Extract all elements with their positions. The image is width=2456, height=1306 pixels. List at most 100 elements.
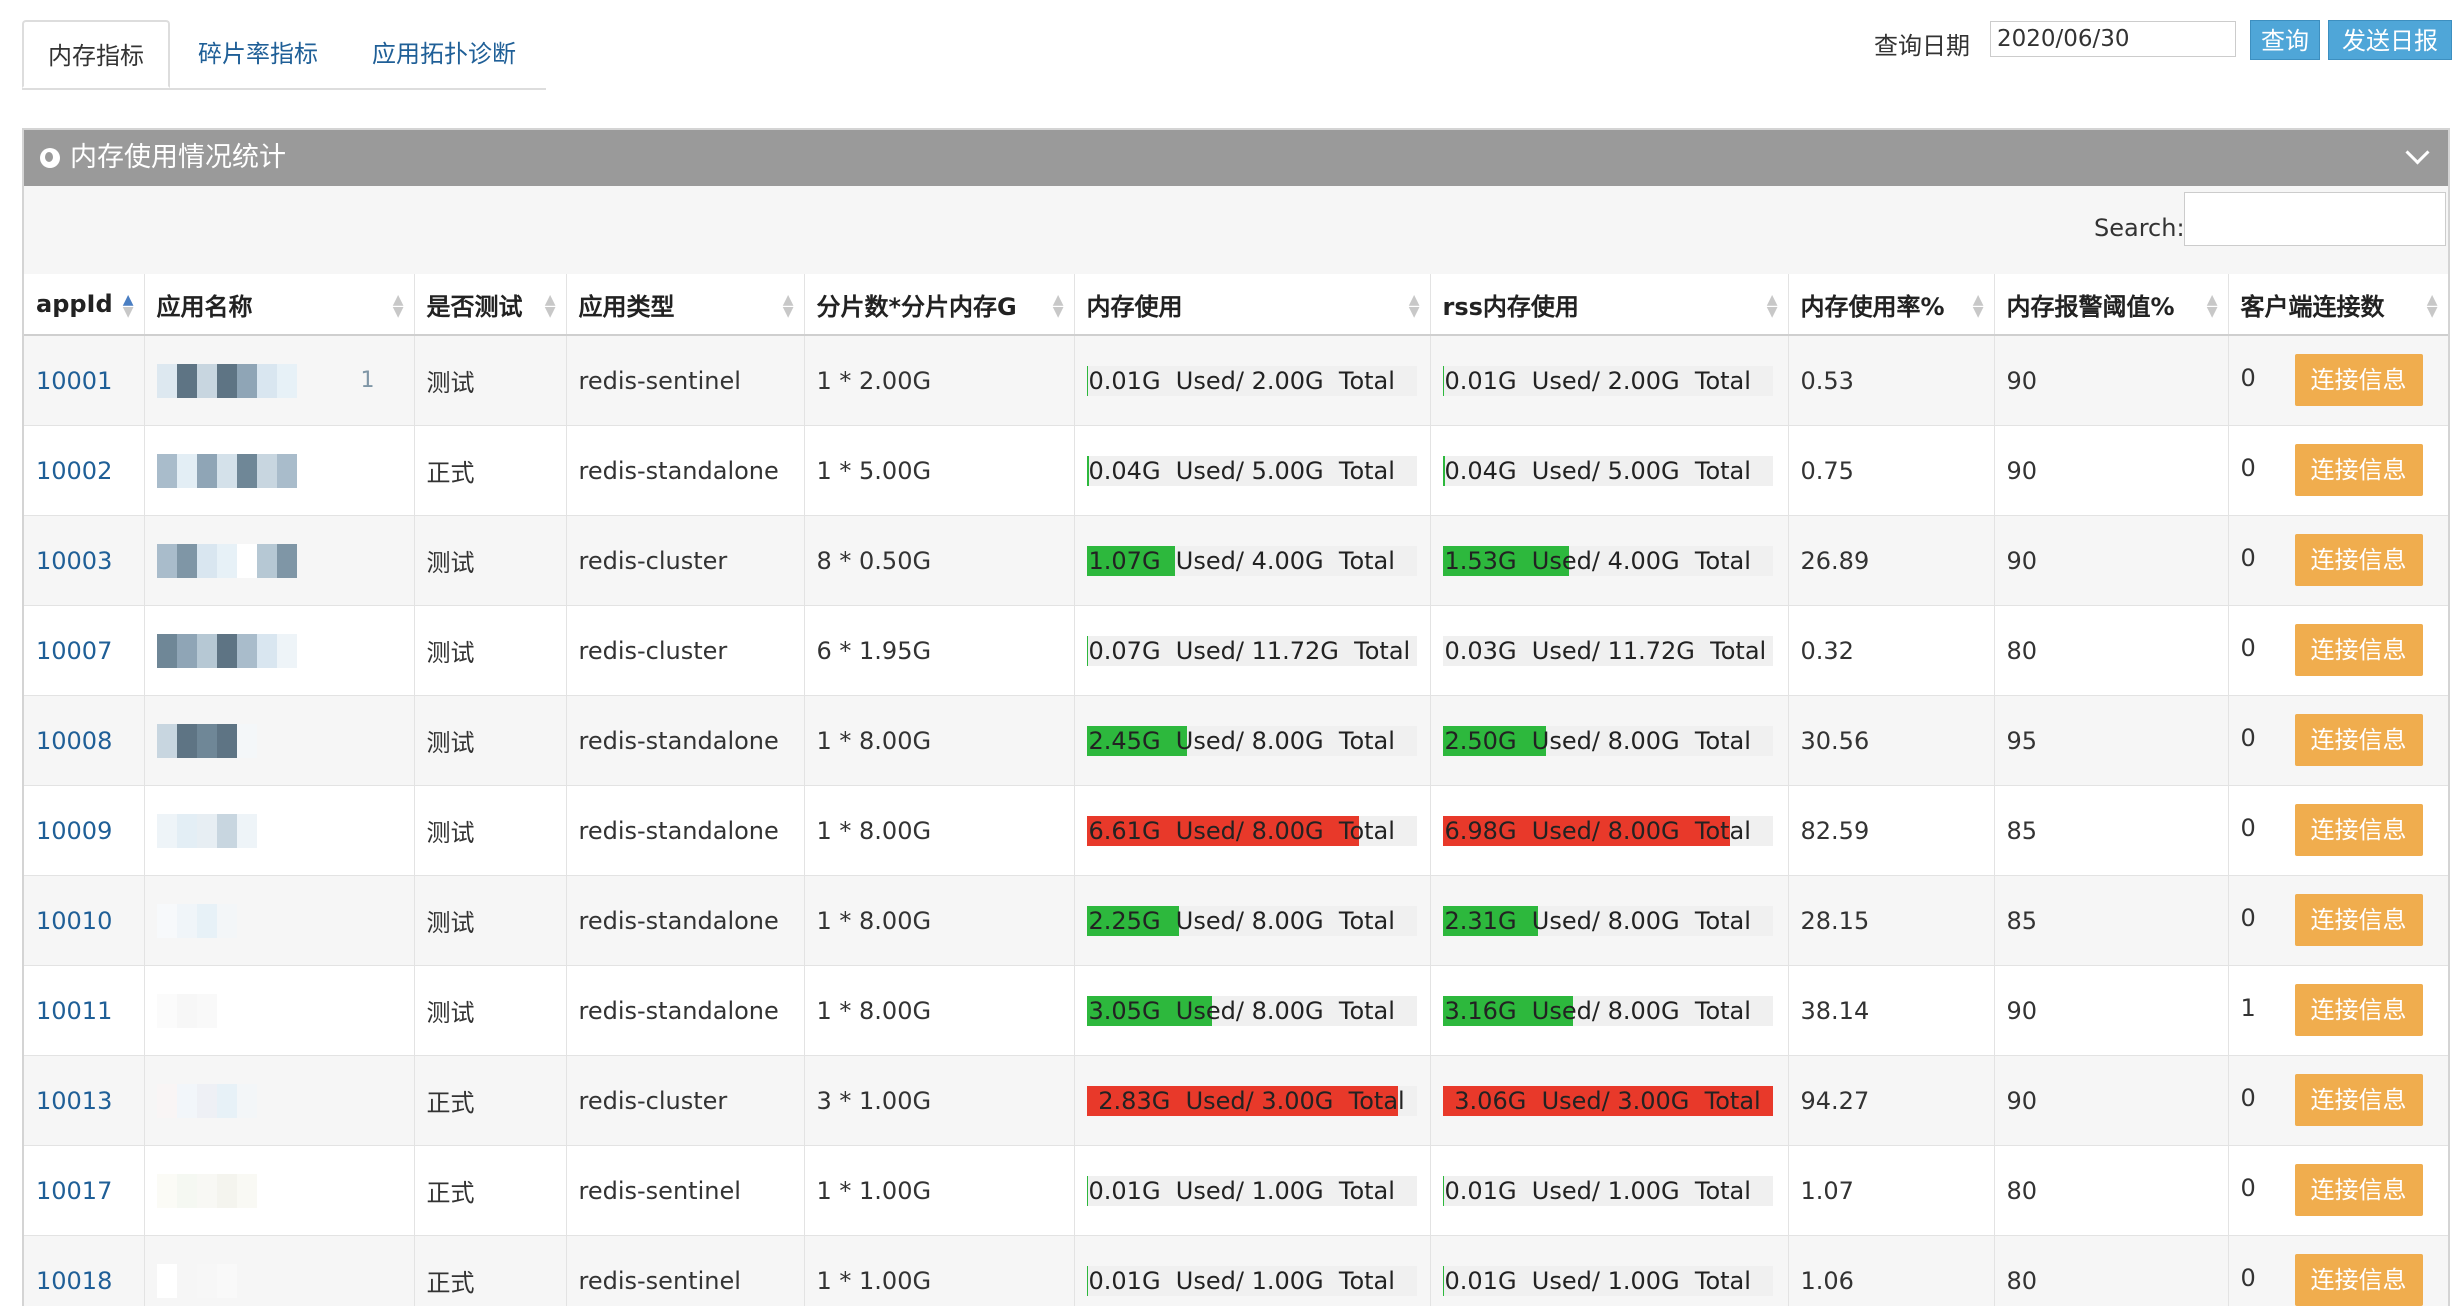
appid-link[interactable]: 10010 — [36, 907, 112, 935]
cell-app-type-text: redis-cluster — [578, 546, 728, 575]
cell-rss-memory-usage: 0.01G Used/ 2.00G Total — [1430, 335, 1789, 426]
cell-app-name — [144, 875, 415, 966]
usage-progress-bar: 2.83G Used/ 3.00G Total — [1086, 1085, 1417, 1116]
sort-icon[interactable]: ▲ ▼ — [545, 293, 556, 319]
cell-shards: 1 * 1.00G — [804, 1235, 1075, 1306]
cell-is-test-text: 测试 — [426, 729, 475, 757]
cell-memory-usage: 0.07G Used/ 11.72G Total — [1074, 605, 1431, 696]
column-header-app-name[interactable]: 应用名称 ▲ ▼ — [144, 274, 415, 336]
cell-shards: 1 * 8.00G — [804, 785, 1075, 876]
appid-link[interactable]: 10009 — [36, 817, 112, 845]
column-header-shards[interactable]: 分片数*分片内存G ▲ ▼ — [804, 274, 1075, 336]
app-name-redacted — [156, 453, 377, 488]
tab-fragmentation-metrics[interactable]: 碎片率指标 — [198, 20, 318, 88]
cell-app-type-text: redis-standalone — [578, 996, 779, 1025]
column-header-label: 应用类型 — [578, 292, 675, 321]
search-input[interactable] — [2184, 192, 2446, 246]
column-header-memory-usage[interactable]: 内存使用 ▲ ▼ — [1074, 274, 1431, 336]
connection-info-button[interactable]: 连接信息 — [2294, 894, 2423, 946]
sort-icon[interactable]: ▲ ▼ — [393, 293, 404, 319]
query-date-input[interactable] — [1990, 21, 2236, 57]
sort-icon[interactable]: ▲ ▼ — [783, 293, 794, 319]
connection-info-button[interactable]: 连接信息 — [2294, 1254, 2423, 1306]
cell-alarm-threshold: 90 — [1994, 425, 2229, 516]
sort-icon[interactable]: ▲ ▼ — [2427, 293, 2438, 319]
cell-memory-usage-rate: 30.56 — [1788, 695, 1995, 786]
appid-link[interactable]: 10011 — [36, 997, 112, 1025]
cell-alarm-threshold-text: 90 — [2006, 546, 2038, 575]
client-connection-count: 1 — [2240, 994, 2256, 1022]
cell-is-test: 测试 — [414, 335, 567, 426]
sort-icon[interactable]: ▲ ▼ — [1767, 293, 1778, 319]
connection-info-button[interactable]: 连接信息 — [2294, 534, 2423, 586]
appid-link[interactable]: 10007 — [36, 637, 112, 665]
cell-app-type: redis-sentinel — [566, 1145, 805, 1236]
collapse-chevron-icon[interactable] — [2405, 140, 2430, 165]
cell-alarm-threshold-text: 90 — [2006, 996, 2038, 1025]
cell-rss-memory-usage: 3.06G Used/ 3.00G Total — [1430, 1055, 1789, 1146]
connection-info-button[interactable]: 连接信息 — [2294, 444, 2423, 496]
cell-app-type-text: redis-standalone — [578, 906, 779, 935]
appid-link[interactable]: 10001 — [36, 367, 112, 395]
column-header-memory-usage-rate[interactable]: 内存使用率% ▲ ▼ — [1788, 274, 1995, 336]
sort-icon[interactable]: ▲ ▼ — [1409, 293, 1420, 319]
connection-info-button[interactable]: 连接信息 — [2294, 1074, 2423, 1126]
connection-info-button[interactable]: 连接信息 — [2294, 804, 2423, 856]
column-header-appid[interactable]: appId ▲ ▼ — [24, 274, 145, 336]
column-header-memory-alarm-threshold[interactable]: 内存报警阈值% ▲ ▼ — [1994, 274, 2229, 336]
sort-icon[interactable]: ▲ ▼ — [1053, 293, 1064, 319]
tab-memory-metrics[interactable]: 内存指标 — [22, 20, 170, 88]
column-header-client-connections[interactable]: 客户端连接数 ▲ ▼ — [2228, 274, 2448, 336]
sort-icon[interactable]: ▲ ▼ — [1973, 293, 1984, 319]
app-name-redacted — [156, 1173, 377, 1208]
usage-progress-text: 2.50G Used/ 8.00G Total — [1444, 726, 1751, 755]
tab-topology-diagnosis[interactable]: 应用拓扑诊断 — [372, 20, 516, 88]
appid-link[interactable]: 10013 — [36, 1087, 112, 1115]
cell-app-type: redis-standalone — [566, 695, 805, 786]
cell-app-name — [144, 1055, 415, 1146]
cell-shards-text: 8 * 0.50G — [816, 546, 932, 575]
column-header-app-type[interactable]: 应用类型 ▲ ▼ — [566, 274, 805, 336]
appid-link[interactable]: 10018 — [36, 1267, 112, 1295]
cell-is-test: 测试 — [414, 875, 567, 966]
usage-progress-text: 0.01G Used/ 1.00G Total — [1088, 1266, 1395, 1295]
usage-progress-bar: 0.04G Used/ 5.00G Total — [1442, 455, 1773, 486]
cell-app-type-text: redis-sentinel — [578, 366, 741, 395]
connection-info-button[interactable]: 连接信息 — [2294, 984, 2423, 1036]
sort-icon[interactable]: ▲ ▼ — [2207, 293, 2218, 319]
app-name-redacted — [156, 543, 377, 578]
usage-progress-text: 0.07G Used/ 11.72G Total — [1088, 636, 1411, 665]
query-button[interactable]: 查询 — [2250, 20, 2320, 60]
cell-memory-usage-rate: 28.15 — [1788, 875, 1995, 966]
appid-link[interactable]: 10003 — [36, 547, 112, 575]
usage-progress-bar: 2.45G Used/ 8.00G Total — [1086, 725, 1417, 756]
connection-info-button[interactable]: 连接信息 — [2294, 624, 2423, 676]
appid-link[interactable]: 10017 — [36, 1177, 112, 1205]
cell-rss-memory-usage: 1.53G Used/ 4.00G Total — [1430, 515, 1789, 606]
column-header-rss-memory-usage[interactable]: rss内存使用 ▲ ▼ — [1430, 274, 1789, 336]
cell-is-test-text: 正式 — [426, 459, 475, 487]
cell-rss-memory-usage: 3.16G Used/ 8.00G Total — [1430, 965, 1789, 1056]
sort-icon[interactable]: ▲ ▼ — [123, 293, 134, 319]
connection-info-button[interactable]: 连接信息 — [2294, 1164, 2423, 1216]
table-row: 10008 测试 redis-standalone 1 * 8.00G 2.45G Us… — [24, 695, 2448, 786]
cell-client-connections: 0 连接信息 — [2228, 875, 2448, 966]
connection-info-button[interactable]: 连接信息 — [2294, 714, 2423, 766]
cell-memory-usage: 0.04G Used/ 5.00G Total — [1074, 425, 1431, 516]
appid-link[interactable]: 10008 — [36, 727, 112, 755]
app-name-redacted — [156, 813, 377, 848]
appid-link[interactable]: 10002 — [36, 457, 112, 485]
connection-info-button[interactable]: 连接信息 — [2294, 354, 2423, 406]
cell-app-type: redis-standalone — [566, 785, 805, 876]
cell-rss-memory-usage: 2.50G Used/ 8.00G Total — [1430, 695, 1789, 786]
send-report-button[interactable]: 发送日报 — [2328, 20, 2452, 60]
cell-memory-usage: 3.05G Used/ 8.00G Total — [1074, 965, 1431, 1056]
cell-is-test-text: 正式 — [426, 1269, 475, 1297]
column-header-is-test[interactable]: 是否测试 ▲ ▼ — [414, 274, 567, 336]
cell-shards: 1 * 1.00G — [804, 1145, 1075, 1236]
cell-rss-memory-usage: 6.98G Used/ 8.00G Total — [1430, 785, 1789, 876]
column-header-label: 客户端连接数 — [2240, 292, 2385, 321]
portlet-title: 内存使用情况统计 — [70, 142, 286, 173]
cell-is-test-text: 测试 — [426, 549, 475, 577]
client-connection-count: 0 — [2240, 634, 2256, 662]
